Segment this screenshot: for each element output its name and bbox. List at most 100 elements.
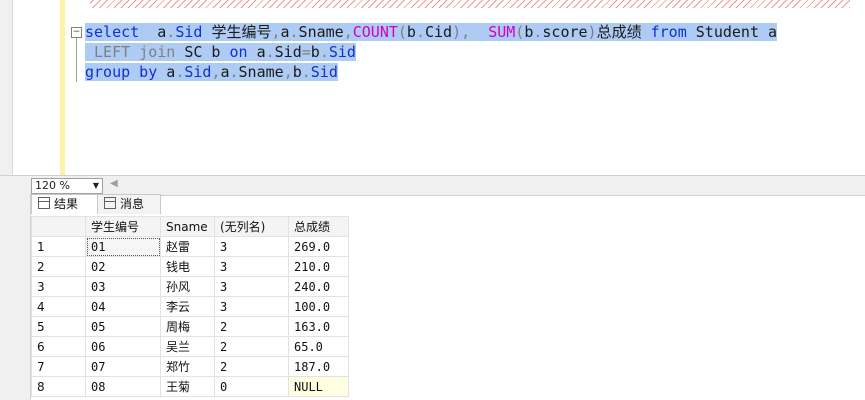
row-number[interactable]: 6	[31, 336, 86, 357]
scroll-left-icon[interactable]: ◀	[110, 178, 118, 189]
grid-cell[interactable]: 3	[214, 236, 289, 257]
code-token: SUM	[488, 23, 516, 41]
grid-cell[interactable]: 3	[214, 296, 289, 317]
code-token: Sid	[310, 63, 338, 81]
grid-icon	[38, 197, 50, 209]
code-token: group by	[85, 63, 167, 81]
table-row[interactable]: 4 04 李云 3 100.0	[31, 296, 349, 317]
code-token: on	[229, 43, 257, 61]
column-header[interactable]: 总成绩	[288, 216, 349, 237]
row-number[interactable]: 3	[31, 276, 86, 297]
code-token: Sid	[274, 43, 302, 61]
code-token: a	[280, 23, 290, 41]
table-row[interactable]: 3 03 孙风 3 240.0	[31, 276, 349, 297]
grid-cell[interactable]: 240.0	[288, 276, 349, 297]
row-number[interactable]: 8	[31, 376, 86, 397]
grid-cell[interactable]: 02	[85, 256, 161, 277]
grid-cell[interactable]: 01	[85, 236, 161, 257]
results-left-rail	[0, 194, 31, 400]
code-token: Sid	[328, 43, 356, 61]
code-token: .	[229, 63, 239, 81]
code-token: ,	[283, 63, 293, 81]
grid-cell[interactable]: 郑竹	[160, 356, 215, 377]
grid-cell[interactable]: 孙风	[160, 276, 215, 297]
code-token: Sid	[184, 63, 212, 81]
outline-guide	[76, 38, 77, 82]
row-number[interactable]: 4	[31, 296, 86, 317]
grid-cell[interactable]: 210.0	[288, 256, 349, 277]
row-number[interactable]: 1	[31, 236, 86, 257]
code-token: b	[292, 63, 302, 81]
column-header[interactable]: Sname	[160, 216, 215, 237]
grid-cell[interactable]: NULL	[288, 376, 349, 397]
editor-status-strip: 120 % ▼ ◀	[0, 175, 865, 196]
column-header[interactable]: (无列名)	[214, 216, 289, 237]
tab-results[interactable]: 结果	[31, 194, 101, 214]
row-number[interactable]: 5	[31, 316, 86, 337]
code-token: Sname	[238, 63, 284, 81]
code-token: .	[415, 23, 425, 41]
table-row[interactable]: 8 08 王菊 0 NULL	[31, 376, 349, 397]
code-token: =	[301, 43, 311, 61]
code-token: .	[265, 43, 275, 61]
grid-cell[interactable]: 187.0	[288, 356, 349, 377]
code-token: .	[175, 63, 185, 81]
grid-cell[interactable]: 李云	[160, 296, 215, 317]
grid-cell[interactable]: 163.0	[288, 316, 349, 337]
table-row[interactable]: 5 05 周梅 2 163.0	[31, 316, 349, 337]
code-token: .	[319, 43, 329, 61]
grid-cell[interactable]: 王菊	[160, 376, 215, 397]
grid-cell[interactable]: 65.0	[288, 336, 349, 357]
table-row[interactable]: 2 02 钱电 3 210.0	[31, 256, 349, 277]
code-token: 总成绩	[596, 23, 651, 41]
code-token: SC b	[184, 43, 230, 61]
grid-cell[interactable]: 赵雷	[160, 236, 215, 257]
results-grid[interactable]: 学生编号 Sname (无列名) 总成绩 1 01 赵雷 3 269.0 2 02 钱电 3 210.0 3…	[31, 216, 349, 397]
row-number[interactable]: 2	[31, 256, 86, 277]
code-token: a	[256, 43, 266, 61]
grid-cell[interactable]: 3	[214, 256, 289, 277]
collapse-icon[interactable]: −	[71, 27, 82, 38]
grid-cell[interactable]: 3	[214, 276, 289, 297]
chevron-down-icon: ▼	[92, 181, 99, 190]
table-row[interactable]: 6 06 吴兰 2 65.0	[31, 336, 349, 357]
grid-cell[interactable]: 269.0	[288, 236, 349, 257]
code-token: .	[289, 23, 299, 41]
grid-cell[interactable]: 2	[214, 316, 289, 337]
grid-cell[interactable]: 0	[214, 376, 289, 397]
grid-cell[interactable]: 100.0	[288, 296, 349, 317]
table-row[interactable]: 7 07 郑竹 2 187.0	[31, 356, 349, 377]
grid-cell[interactable]: 吴兰	[160, 336, 215, 357]
sql-code[interactable]: select a.Sid 学生编号,a.Sname,COUNT(b.Cid), …	[85, 22, 778, 82]
grid-corner[interactable]	[31, 216, 86, 237]
grid-cell[interactable]: 04	[85, 296, 161, 317]
code-token: 学生编号	[211, 23, 272, 41]
tab-messages[interactable]: 消息	[97, 194, 161, 214]
code-token: b	[310, 43, 320, 61]
change-tracking-margin	[60, 0, 65, 175]
code-token: LEFT join	[85, 43, 185, 61]
zoom-dropdown[interactable]: 120 % ▼	[31, 178, 103, 194]
column-header[interactable]: 学生编号	[85, 216, 161, 237]
code-token: .	[301, 63, 311, 81]
code-token: b	[524, 23, 534, 41]
row-number[interactable]: 7	[31, 356, 86, 377]
code-line-2: LEFT join SC b on a.Sid=b.Sid	[85, 42, 777, 62]
grid-cell[interactable]: 07	[85, 356, 161, 377]
code-token: (	[397, 23, 407, 41]
grid-cell[interactable]: 2	[214, 336, 289, 357]
table-row[interactable]: 1 01 赵雷 3 269.0	[31, 236, 349, 257]
grid-cell[interactable]: 06	[85, 336, 161, 357]
grid-cell[interactable]: 05	[85, 316, 161, 337]
grid-cell[interactable]: 钱电	[160, 256, 215, 277]
query-editor[interactable]: − select a.Sid 学生编号,a.Sname,COUNT(b.Cid)…	[0, 0, 865, 175]
code-token: a	[139, 23, 167, 41]
grid-cell[interactable]: 周梅	[160, 316, 215, 337]
previous-line-error-squiggle	[90, 0, 850, 8]
grid-cell[interactable]: 03	[85, 276, 161, 297]
code-token: b	[406, 23, 416, 41]
zoom-value: 120 %	[35, 179, 70, 192]
grid-cell[interactable]: 2	[214, 356, 289, 377]
code-line-1: select a.Sid 学生编号,a.Sname,COUNT(b.Cid), …	[85, 22, 778, 42]
grid-cell[interactable]: 08	[85, 376, 161, 397]
